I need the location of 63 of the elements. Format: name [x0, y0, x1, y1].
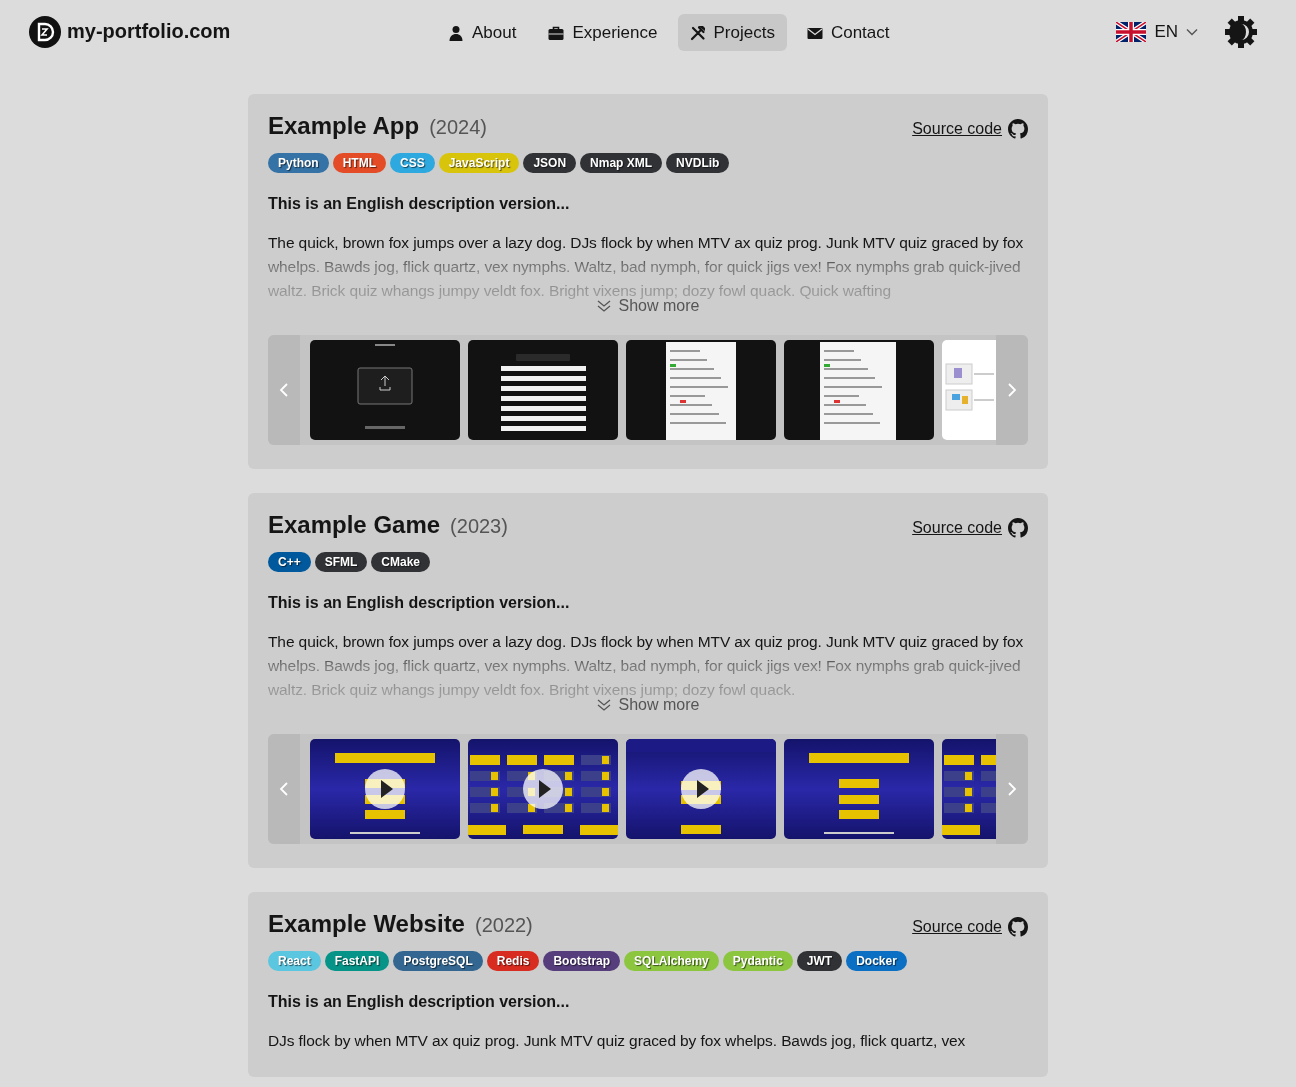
tech-tag: JWT	[796, 951, 843, 971]
tech-tag: Nmap XML	[580, 153, 663, 173]
tech-tag: SFML	[314, 552, 368, 572]
flag-icon	[1116, 21, 1147, 42]
play-icon	[365, 769, 405, 809]
tech-tag: JSON	[523, 153, 577, 173]
project-title: Example Game	[268, 511, 441, 539]
github-icon	[1008, 119, 1028, 139]
briefcase-icon	[548, 24, 565, 41]
theme-toggle-icon[interactable]	[1224, 14, 1258, 49]
project-summary: This is an English description version...	[268, 993, 571, 1011]
project-year: (2022)	[474, 914, 533, 937]
nav-link[interactable]: Projects	[677, 14, 787, 51]
chevron-right-icon	[1007, 781, 1017, 797]
tech-tag: HTML	[332, 153, 386, 173]
tech-tag: React	[268, 951, 321, 971]
nav-link[interactable]: About	[436, 14, 529, 51]
chevron-left-icon	[279, 382, 289, 398]
caret-icon	[1186, 27, 1198, 36]
play-icon	[523, 769, 563, 809]
site-name[interactable]: my-portfolio.com	[67, 20, 231, 43]
show-more-button[interactable]: Show more	[596, 696, 700, 714]
show-more-button[interactable]: Show more	[596, 297, 700, 315]
source-code-link[interactable]: Source code	[912, 119, 1028, 139]
source-code-link[interactable]: Source code	[912, 518, 1028, 538]
project-summary: This is an English description version...	[268, 195, 571, 213]
next-button[interactable]	[996, 335, 1028, 445]
tech-tag: CSS	[390, 153, 435, 173]
source-code-link[interactable]: Source code	[912, 917, 1028, 937]
tools-icon	[689, 24, 706, 41]
double-chevron-icon	[596, 699, 611, 711]
chevron-right-icon	[1007, 382, 1017, 398]
project-title: Example App	[268, 112, 420, 140]
tech-tag: Docker	[846, 951, 907, 971]
language-selector[interactable]: EN	[1116, 21, 1198, 42]
nav-link[interactable]: Contact	[794, 14, 902, 51]
project-description: DJs flock by when MTV ax quiz prog. Junk MTV quiz graced by fox whelps. Bawds jog, flick quartz, vex	[268, 1031, 967, 1051]
tech-tag: C++	[268, 552, 311, 572]
tech-tag: PostgreSQL	[393, 951, 483, 971]
project-year: (2023)	[450, 515, 508, 538]
github-icon	[1008, 518, 1028, 538]
tech-tag: JavaScript	[438, 153, 520, 173]
next-button[interactable]	[996, 734, 1028, 844]
tech-tag: CMake	[371, 552, 431, 572]
github-icon	[1008, 917, 1028, 937]
nav-link[interactable]: Experience	[536, 14, 670, 51]
project-summary: This is an English description version...	[268, 594, 571, 612]
project-year: (2024)	[429, 116, 487, 139]
tech-tag: SQLAlchemy	[624, 951, 719, 971]
tech-tag: Python	[268, 153, 329, 173]
tech-tag: FastAPI	[324, 951, 390, 971]
play-icon	[681, 769, 721, 809]
logo-icon[interactable]	[29, 15, 61, 48]
tech-tag: Redis	[486, 951, 540, 971]
previous-button[interactable]	[268, 335, 300, 445]
double-chevron-icon	[596, 300, 611, 312]
previous-button[interactable]	[268, 734, 300, 844]
tech-tag: Bootstrap	[543, 951, 621, 971]
chevron-left-icon	[279, 781, 289, 797]
project-title: Example Website	[268, 910, 465, 938]
tech-tag: Pydantic	[722, 951, 793, 971]
tech-tag: NVDLib	[666, 153, 730, 173]
person-icon	[448, 24, 464, 41]
